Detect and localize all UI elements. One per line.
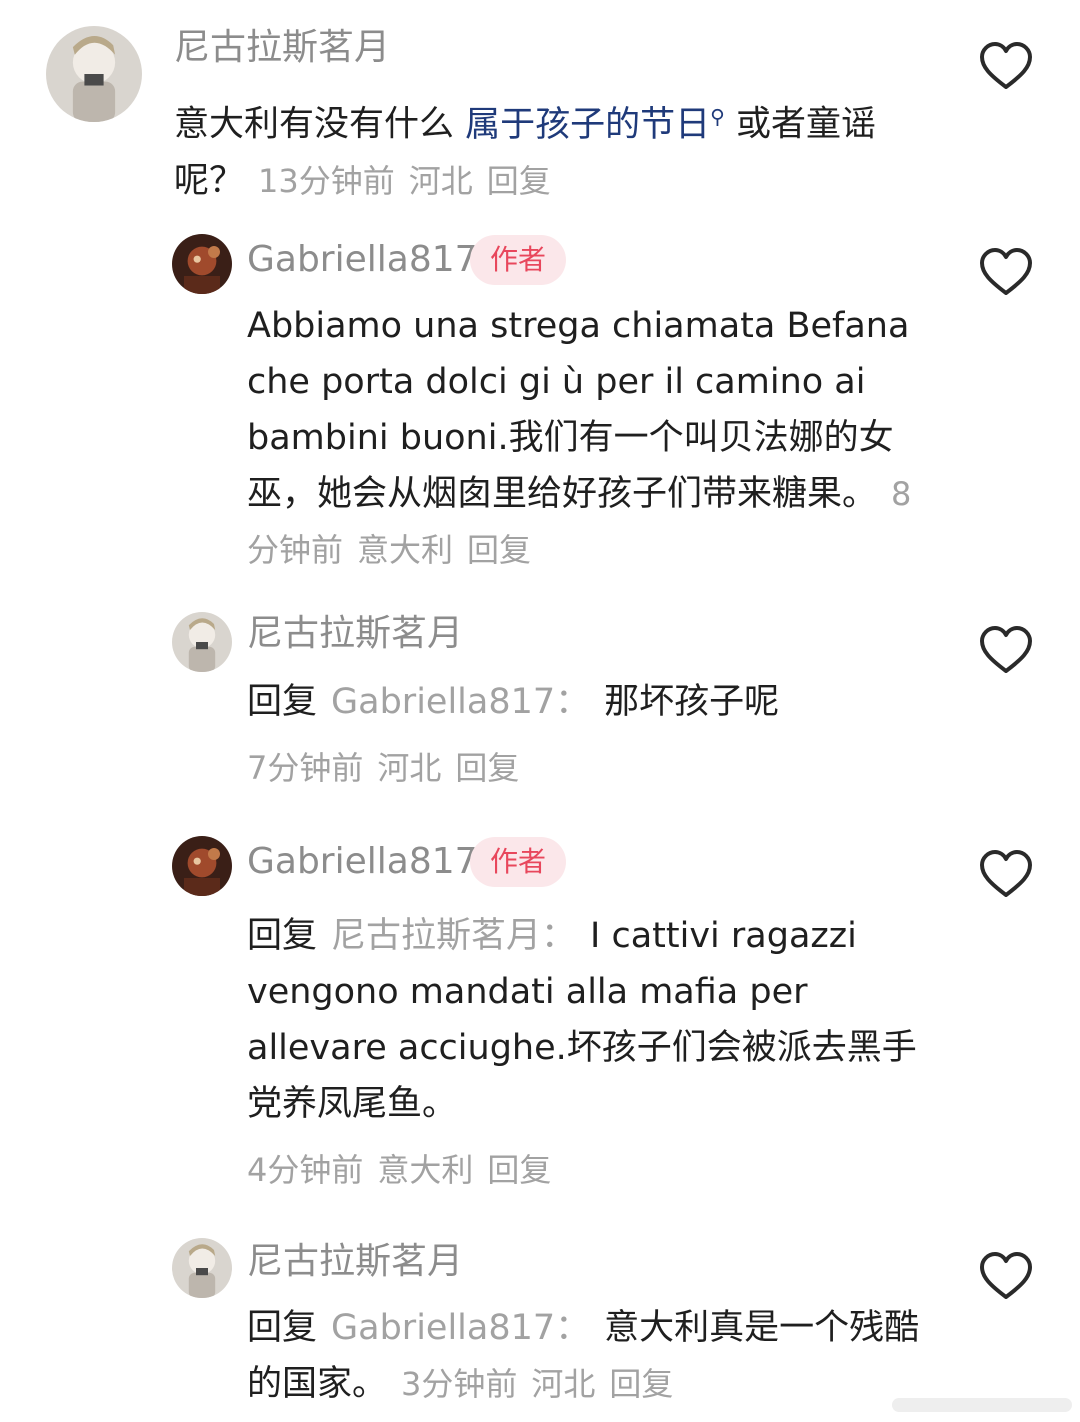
comment-text: 回复 Gabriella817： 意大利真是一个残酷的国家。 3分钟前 河北 回复 — [247, 1300, 927, 1412]
timestamp: 3分钟前 — [401, 1365, 518, 1403]
username[interactable]: Gabriella817 — [247, 840, 478, 884]
watermark — [892, 1392, 1072, 1418]
comment-text-part: 那坏孩子呢 — [604, 682, 780, 722]
heart-outline-icon[interactable] — [978, 246, 1034, 298]
location: 河北 — [531, 1365, 596, 1403]
avatar[interactable] — [46, 26, 142, 122]
username[interactable]: 尼古拉斯茗月 — [247, 612, 463, 656]
like-button[interactable] — [978, 848, 1034, 900]
timestamp: 7分钟前 — [247, 749, 364, 787]
avatar[interactable] — [172, 1238, 232, 1298]
comment-meta: 7分钟前 河北 回复 — [247, 740, 927, 796]
heart-outline-icon[interactable] — [978, 848, 1034, 900]
timestamp: 4分钟前 — [247, 1151, 364, 1189]
like-button[interactable] — [978, 40, 1034, 92]
reply-target-user[interactable]: Gabriella817： — [331, 682, 590, 722]
reply-button[interactable]: 回复 — [487, 1151, 551, 1189]
reply-button[interactable]: 回复 — [467, 531, 531, 569]
comment-text: 回复 尼古拉斯茗月： I cattivi ragazzi vengono manda… — [247, 908, 927, 1132]
reply-button[interactable]: 回复 — [609, 1365, 673, 1403]
location: 意大利 — [377, 1151, 474, 1189]
comment-text: Abbiamo una strega chiamata Befana che p… — [247, 298, 927, 578]
author-badge: 作者 — [470, 235, 567, 285]
reply-button[interactable]: 回复 — [487, 162, 551, 200]
comment-text: 意大利有没有什么 属于孩子的节日⚲ 或者童谣呢？ 13分钟前 河北 回复 — [174, 88, 944, 209]
like-button[interactable] — [978, 246, 1034, 298]
search-link-text[interactable]: 属于孩子的节日 — [465, 105, 710, 145]
reply-target-user[interactable]: Gabriella817： — [331, 1308, 590, 1348]
heart-outline-icon[interactable] — [978, 624, 1034, 676]
comment-text: 回复 Gabriella817： 那坏孩子呢 — [247, 674, 927, 730]
avatar[interactable] — [172, 234, 232, 294]
timestamp: 13分钟前 — [258, 161, 395, 200]
search-icon[interactable]: ⚲ — [710, 104, 725, 128]
location: 河北 — [377, 749, 442, 787]
comment-text-part: Abbiamo una strega chiamata Befana che p… — [247, 306, 910, 514]
reply-prefix: 回复 — [247, 916, 318, 956]
location: 河北 — [408, 161, 473, 200]
reply-prefix: 回复 — [247, 1308, 318, 1348]
avatar[interactable] — [172, 612, 232, 672]
like-button[interactable] — [978, 1250, 1034, 1302]
username[interactable]: Gabriella817 — [247, 238, 478, 282]
author-badge: 作者 — [470, 837, 567, 887]
comment-text-part: 意大利有没有什么 — [174, 104, 466, 145]
avatar[interactable] — [172, 836, 232, 896]
search-link[interactable]: 属于孩子的节日⚲ — [465, 104, 725, 145]
location: 意大利 — [357, 531, 454, 569]
username[interactable]: 尼古拉斯茗月 — [174, 26, 390, 70]
reply-target-user[interactable]: 尼古拉斯茗月： — [331, 916, 576, 956]
heart-outline-icon[interactable] — [978, 40, 1034, 92]
username[interactable]: 尼古拉斯茗月 — [247, 1240, 463, 1284]
reply-button[interactable]: 回复 — [455, 749, 519, 787]
heart-outline-icon[interactable] — [978, 1250, 1034, 1302]
like-button[interactable] — [978, 624, 1034, 676]
comment-meta: 4分钟前 意大利 回复 — [247, 1142, 927, 1198]
reply-prefix: 回复 — [247, 682, 318, 722]
